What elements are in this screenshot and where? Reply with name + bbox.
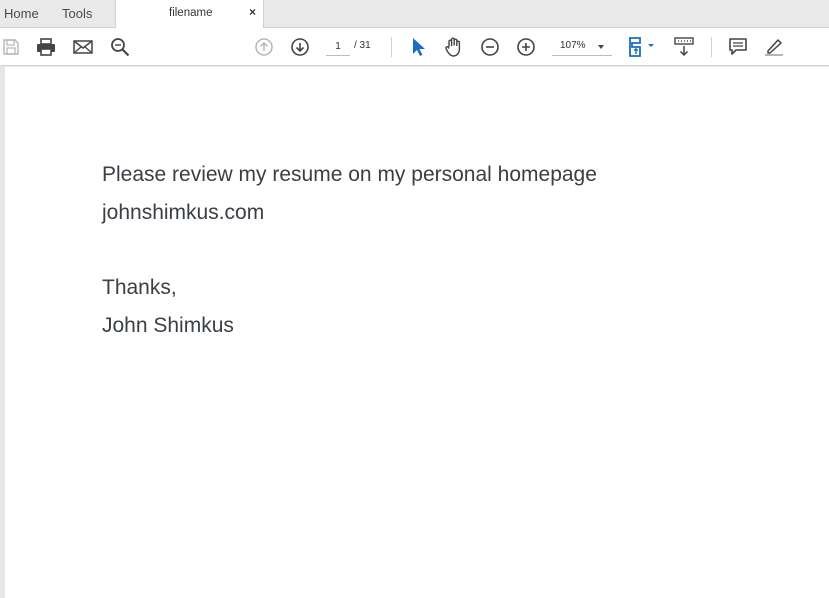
zoom-dropdown[interactable]: 107% bbox=[552, 38, 612, 56]
page-layout-icon[interactable] bbox=[628, 36, 658, 58]
toolbar: / 31 107% bbox=[0, 28, 829, 66]
email-icon[interactable] bbox=[72, 36, 94, 58]
comment-icon[interactable] bbox=[727, 36, 749, 58]
chevron-down-icon bbox=[598, 45, 604, 49]
page-total-label: / 31 bbox=[354, 40, 371, 51]
document-text-line: Please review my resume on my personal h… bbox=[102, 163, 597, 186]
tab-home[interactable]: Home bbox=[4, 6, 39, 21]
tab-document[interactable]: filename × bbox=[115, 0, 264, 29]
highlight-icon[interactable] bbox=[763, 36, 785, 58]
document-page: Please review my resume on my personal h… bbox=[5, 67, 829, 598]
select-cursor-icon[interactable] bbox=[407, 36, 429, 58]
document-text-line: johnshimkus.com bbox=[102, 201, 265, 224]
tab-bar: Home Tools filename × bbox=[0, 0, 829, 29]
document-viewport[interactable]: Please review my resume on my personal h… bbox=[0, 67, 829, 598]
find-icon[interactable] bbox=[109, 36, 131, 58]
zoom-level: 107% bbox=[560, 40, 586, 51]
zoom-out-icon[interactable] bbox=[479, 36, 501, 58]
page-number-input[interactable] bbox=[326, 38, 350, 56]
document-text-line: John Shimkus bbox=[102, 314, 234, 337]
close-tab-icon[interactable]: × bbox=[249, 5, 256, 19]
keyboard-scroll-icon[interactable] bbox=[673, 36, 695, 58]
document-text-line: Thanks, bbox=[102, 276, 177, 299]
hand-icon[interactable] bbox=[443, 36, 465, 58]
document-tab-title: filename bbox=[169, 7, 213, 19]
toolbar-divider bbox=[391, 37, 392, 57]
toolbar-divider bbox=[711, 37, 712, 57]
tab-tools[interactable]: Tools bbox=[62, 6, 92, 21]
prev-page-icon[interactable] bbox=[253, 36, 275, 58]
save-icon[interactable] bbox=[0, 36, 22, 58]
next-page-icon[interactable] bbox=[289, 36, 311, 58]
zoom-in-icon[interactable] bbox=[515, 36, 537, 58]
print-icon[interactable] bbox=[35, 36, 57, 58]
